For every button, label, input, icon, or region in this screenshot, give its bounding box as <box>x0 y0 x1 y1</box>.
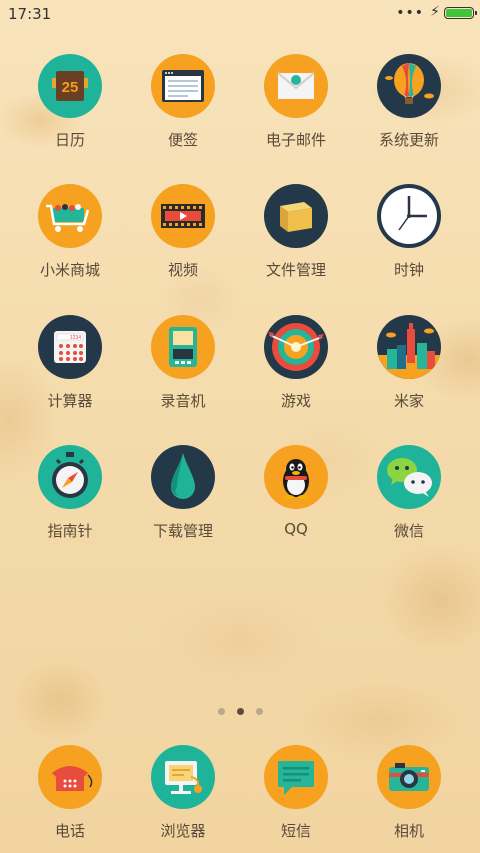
email-icon <box>264 54 328 118</box>
page-dot[interactable] <box>217 708 225 715</box>
dock-messages[interactable]: 短信 <box>246 745 346 841</box>
city-icon <box>377 315 441 379</box>
app-label: 相机 <box>393 822 424 840</box>
app-system-update[interactable]: 系统更新 <box>359 54 459 150</box>
app-notes[interactable]: 便签 <box>133 54 233 150</box>
recorder-icon <box>151 315 215 379</box>
app-label: 浏览器 <box>160 822 206 840</box>
shopping-cart-icon <box>38 184 102 248</box>
app-label: 下载管理 <box>152 522 213 540</box>
app-calendar[interactable]: 25 日历 <box>20 54 120 150</box>
app-games[interactable]: 游戏 <box>246 315 346 411</box>
page-dot-active[interactable] <box>236 708 244 715</box>
clock-time: 17:31 <box>8 5 52 23</box>
app-label: 录音机 <box>160 392 206 410</box>
compass-icon <box>38 445 102 509</box>
telephone-icon <box>38 745 102 809</box>
app-label: 微信 <box>393 522 424 540</box>
page-dot[interactable] <box>255 708 263 715</box>
app-label: 文件管理 <box>265 261 326 279</box>
calendar-icon: 25 <box>38 54 102 118</box>
app-label: 米家 <box>393 392 424 410</box>
film-icon <box>151 184 215 248</box>
app-download-manager[interactable]: 下载管理 <box>133 445 233 541</box>
dock-browser[interactable]: 浏览器 <box>133 745 233 841</box>
message-icon <box>264 745 328 809</box>
app-label: 日历 <box>54 131 85 149</box>
app-label: 计算器 <box>47 392 93 410</box>
app-label: 游戏 <box>280 392 311 410</box>
battery-icon <box>444 7 477 19</box>
app-label: 时钟 <box>393 261 424 279</box>
app-recorder[interactable]: 录音机 <box>133 315 233 411</box>
app-label: 电子邮件 <box>265 131 326 149</box>
app-label: 指南针 <box>47 522 93 540</box>
app-compass[interactable]: 指南针 <box>20 445 120 541</box>
app-label: 短信 <box>280 822 311 840</box>
clock-icon <box>377 184 441 248</box>
penguin-icon <box>264 445 328 509</box>
camera-icon <box>377 745 441 809</box>
chat-bubbles-icon <box>377 445 441 509</box>
app-label: 系统更新 <box>378 131 439 149</box>
dock-phone[interactable]: 电话 <box>20 745 120 841</box>
dock-camera[interactable]: 相机 <box>359 745 459 841</box>
app-email[interactable]: 电子邮件 <box>246 54 346 150</box>
notes-icon <box>151 54 215 118</box>
box-icon <box>264 184 328 248</box>
app-clock[interactable]: 时钟 <box>359 184 459 280</box>
status-bar: 17:31 ••• ⚡ <box>0 0 480 28</box>
calendar-date: 25 <box>62 79 79 96</box>
app-wechat[interactable]: 微信 <box>359 445 459 541</box>
app-mi-store[interactable]: 小米商城 <box>20 184 120 280</box>
calculator-display: 1234 <box>70 335 81 341</box>
app-video[interactable]: 视频 <box>133 184 233 280</box>
calculator-icon: 1234 <box>38 315 102 379</box>
drop-icon <box>151 445 215 509</box>
app-label: 电话 <box>54 822 85 840</box>
app-label: 小米商城 <box>39 261 100 279</box>
browser-icon <box>151 745 215 809</box>
target-icon <box>264 315 328 379</box>
app-label: QQ <box>284 520 308 538</box>
app-calculator[interactable]: 1234 计算器 <box>20 315 120 411</box>
balloon-icon <box>377 54 441 118</box>
more-indicator-icon: ••• <box>396 5 424 21</box>
app-mi-home[interactable]: 米家 <box>359 315 459 411</box>
app-qq[interactable]: QQ <box>246 445 346 538</box>
app-label: 便签 <box>167 131 198 149</box>
charging-icon: ⚡ <box>430 4 440 20</box>
page-indicator[interactable] <box>0 700 480 719</box>
app-label: 视频 <box>167 261 198 279</box>
app-file-manager[interactable]: 文件管理 <box>246 184 346 280</box>
